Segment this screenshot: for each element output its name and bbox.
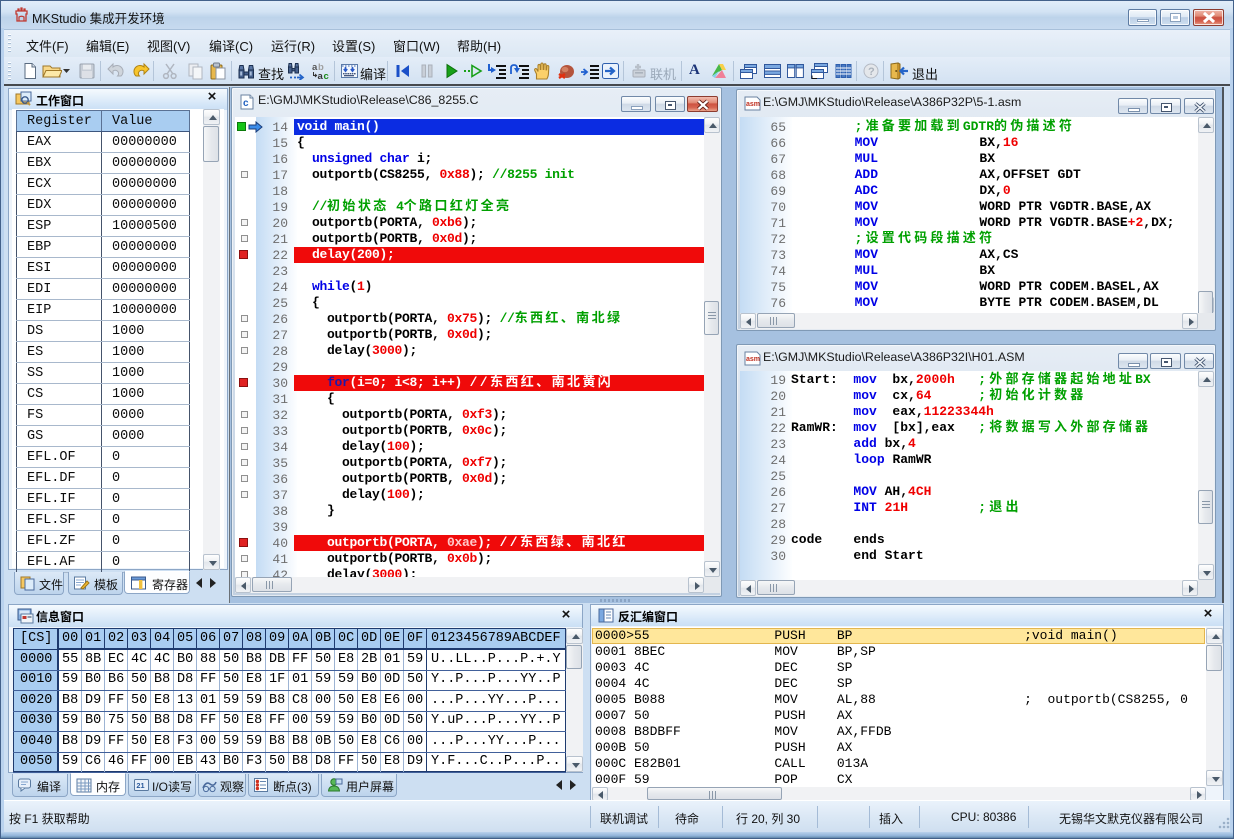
svg-text:21: 21: [136, 781, 144, 790]
svg-text:asm: asm: [746, 101, 760, 108]
svg-text:?: ?: [868, 66, 875, 78]
svg-text:c: c: [324, 71, 329, 80]
svg-text:c: c: [243, 98, 249, 109]
svg-text:asm: asm: [746, 356, 760, 363]
